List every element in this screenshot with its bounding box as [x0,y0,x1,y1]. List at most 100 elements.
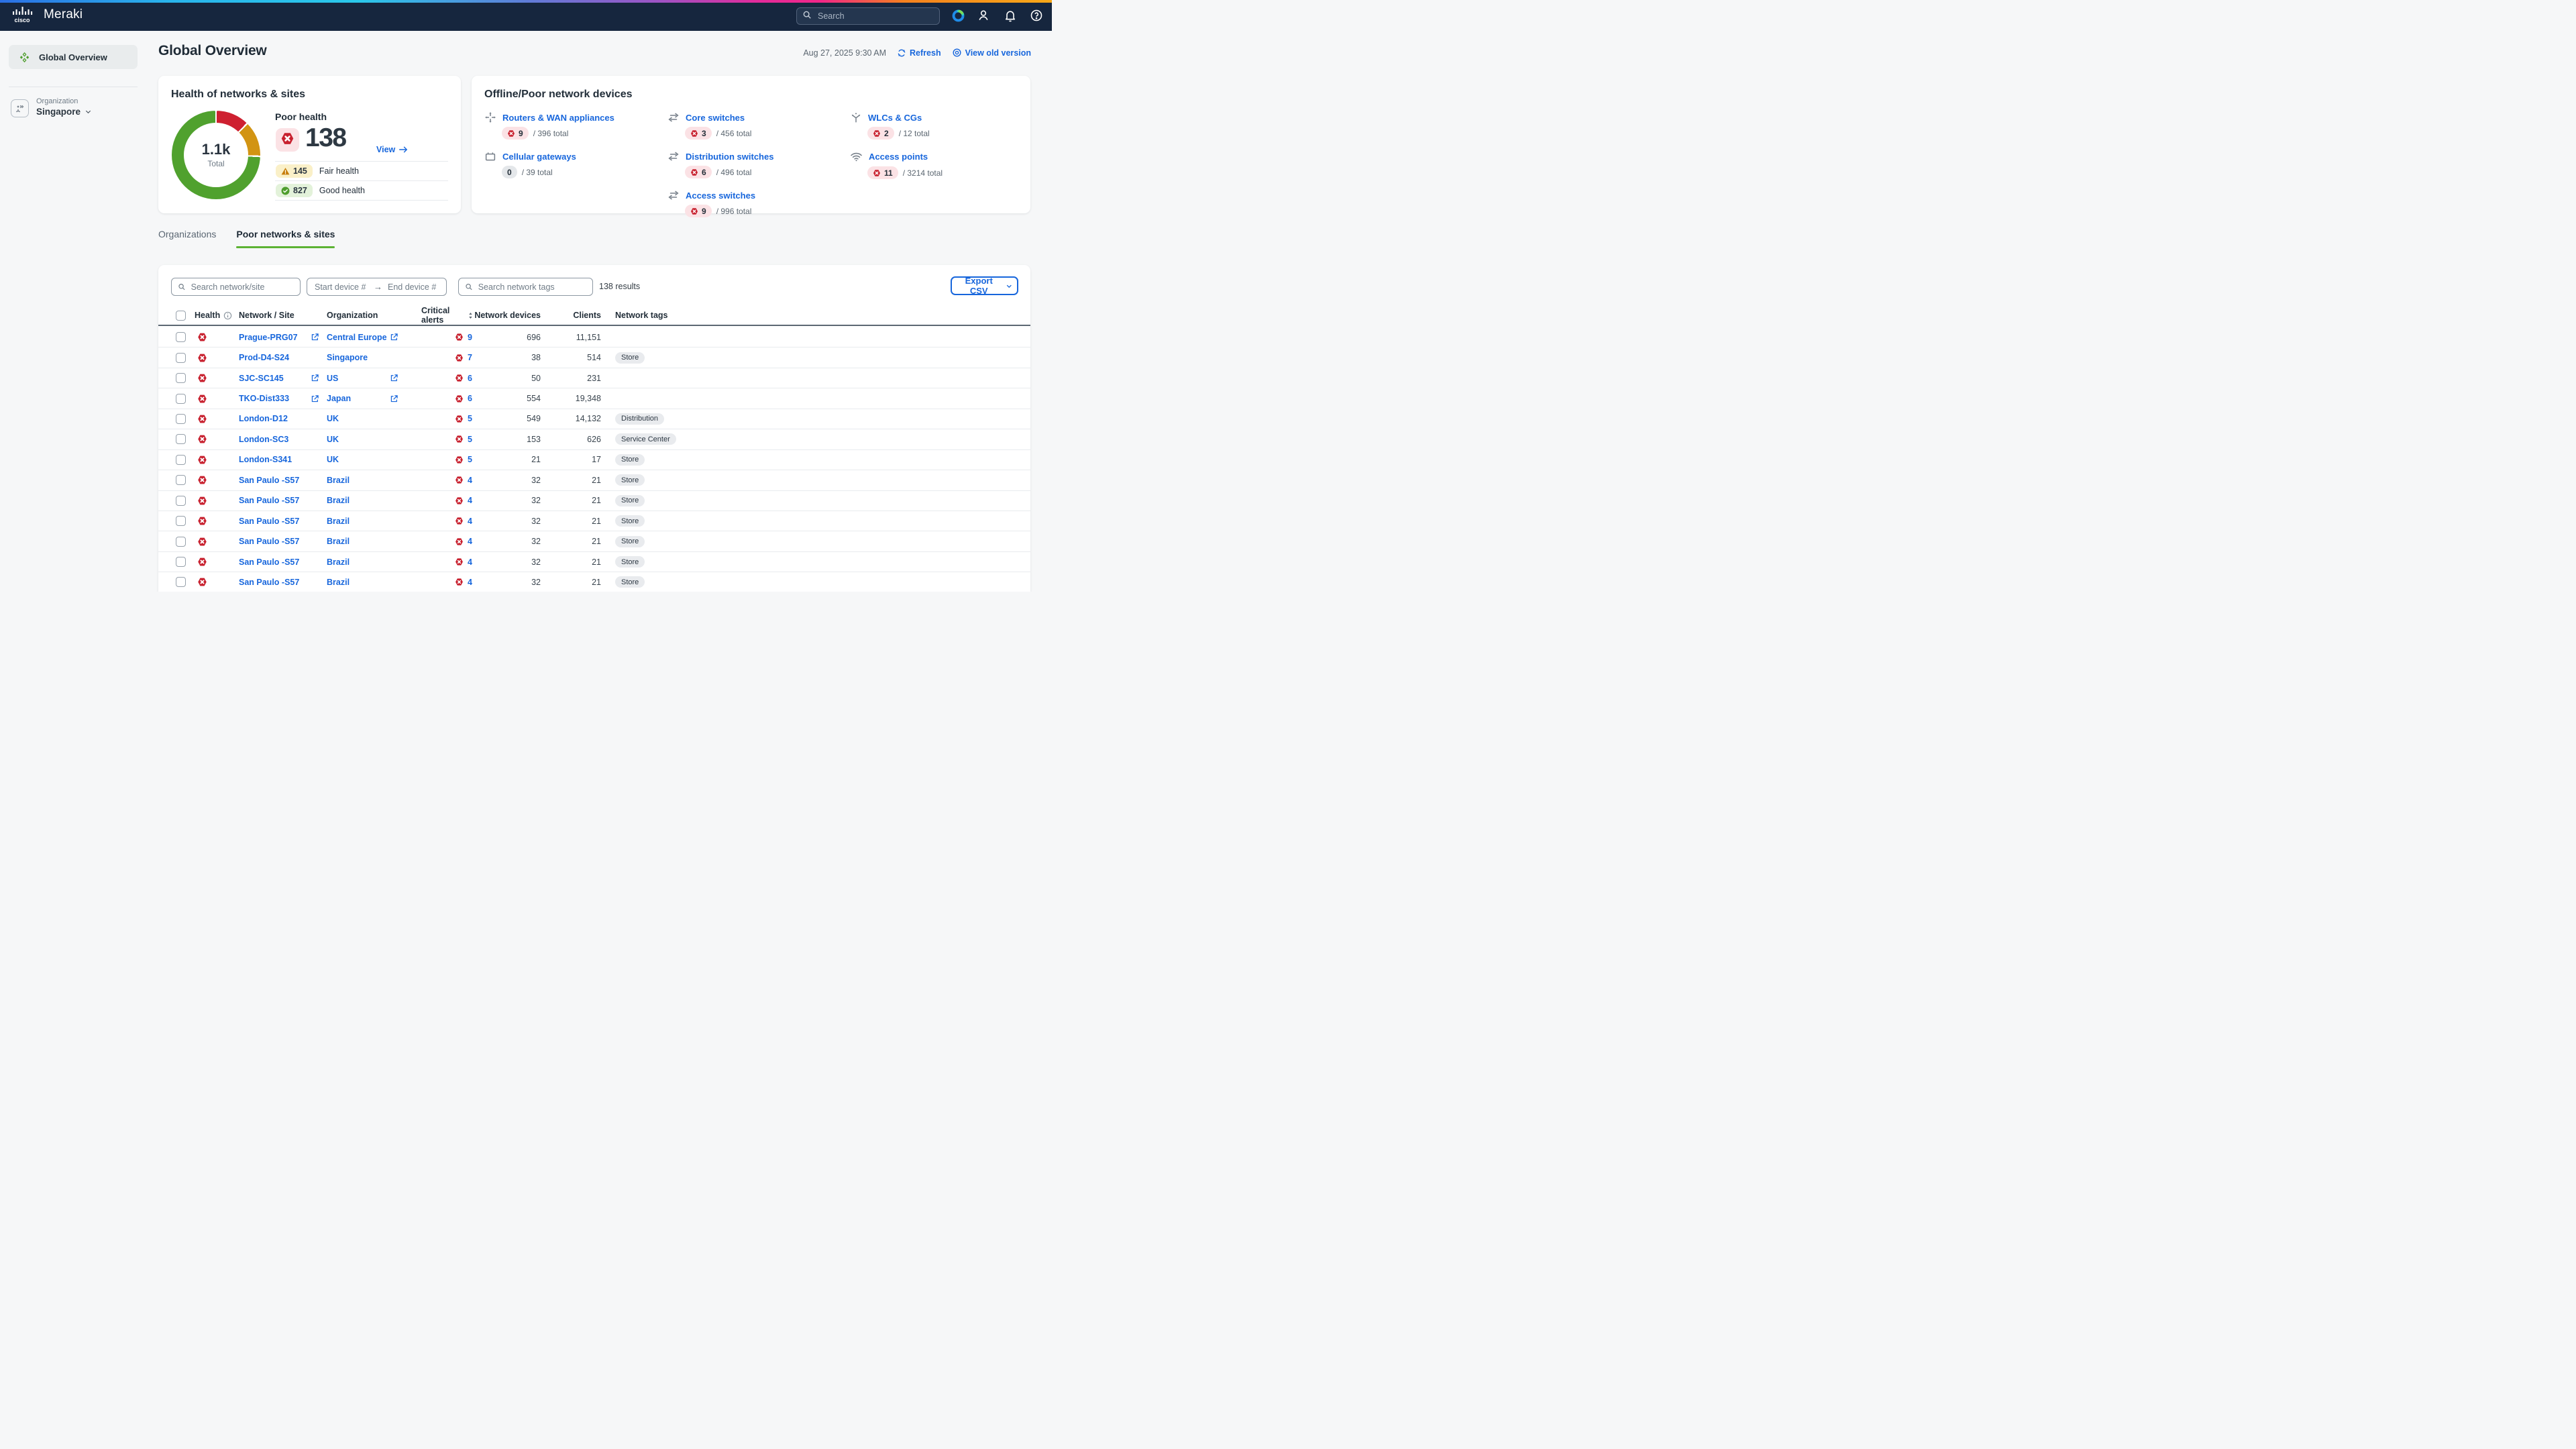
organization-link[interactable]: US [327,374,390,383]
col-health: Health [195,311,220,320]
organization-link[interactable]: Japan [327,394,390,403]
external-link-icon[interactable] [311,394,319,403]
organization-link[interactable]: Brazil [327,537,390,546]
external-link-icon[interactable] [390,333,398,341]
organization-link[interactable]: Brazil [327,578,390,587]
table-row: San Paulo -S57 Brazil 4 32 21 Store [158,552,1030,572]
critical-alerts-count[interactable]: 4 [468,476,472,485]
network-link[interactable]: Prague-PRG07 [239,333,311,342]
external-link-icon[interactable] [390,374,398,382]
organization-link[interactable]: Brazil [327,557,390,567]
network-link[interactable]: TKO-Dist333 [239,394,311,403]
row-checkbox[interactable] [176,373,186,383]
network-link[interactable]: SJC-SC145 [239,374,311,383]
device-category-link[interactable]: Access points [869,152,928,162]
device-category-link[interactable]: Distribution switches [686,152,773,162]
critical-alerts-count[interactable]: 4 [468,537,472,546]
sidebar-item-global-overview[interactable]: Global Overview [9,45,138,69]
organization-link[interactable]: Brazil [327,496,390,505]
critical-alerts-count[interactable]: 5 [468,435,472,444]
view-poor-health-link[interactable]: View [376,145,408,154]
col-clients[interactable]: Clients [541,311,601,320]
organization-selector[interactable]: Organization Singapore [11,97,92,117]
tab-organizations[interactable]: Organizations [158,229,216,248]
organization-link[interactable]: UK [327,435,390,444]
external-link-icon[interactable] [311,374,319,382]
search-tags-input[interactable] [477,282,586,292]
critical-alerts-count[interactable]: 6 [468,374,472,383]
organization-link[interactable]: Brazil [327,517,390,526]
row-checkbox[interactable] [176,434,186,444]
network-link[interactable]: San Paulo -S57 [239,517,311,526]
critical-alerts-count[interactable]: 4 [468,578,472,587]
health-of-networks-card: Health of networks & sites 1.1k Total Po… [158,76,461,213]
col-network-tags[interactable]: Network tags [601,311,1030,320]
end-device-input[interactable] [386,282,443,292]
network-link[interactable]: London-SC3 [239,435,311,444]
critical-alerts-count[interactable]: 4 [468,557,472,567]
device-category-link[interactable]: Core switches [686,113,745,123]
table-row: Prague-PRG07 Central Europe 9 696 11,151 [158,327,1030,347]
network-link[interactable]: San Paulo -S57 [239,578,311,587]
critical-alerts-count[interactable]: 9 [468,333,472,342]
view-old-version-button[interactable]: View old version [952,48,1031,58]
row-checkbox[interactable] [176,394,186,404]
external-link-icon[interactable] [311,333,319,341]
row-checkbox[interactable] [176,353,186,363]
col-organization[interactable]: Organization [327,311,421,320]
clients-count: 514 [541,353,601,362]
organization-link[interactable]: Singapore [327,353,390,362]
refresh-button[interactable]: Refresh [897,48,941,58]
critical-alerts-count[interactable]: 7 [468,353,472,362]
col-network-site[interactable]: Network / Site [239,311,327,320]
device-category-link[interactable]: WLCs & CGs [868,113,922,123]
organization-link[interactable]: Brazil [327,476,390,485]
row-checkbox[interactable] [176,455,186,465]
row-checkbox[interactable] [176,496,186,506]
row-checkbox[interactable] [176,332,186,342]
export-csv-button[interactable]: Export CSV [951,276,1018,295]
user-icon[interactable] [976,8,991,23]
help-icon[interactable] [1029,8,1044,23]
network-link[interactable]: London-S341 [239,455,311,464]
row-checkbox[interactable] [176,577,186,587]
critical-alerts-count[interactable]: 5 [468,414,472,423]
results-count: 138 results [599,282,640,291]
select-all-checkbox[interactable] [176,311,186,321]
network-link[interactable]: San Paulo -S57 [239,496,311,505]
row-checkbox[interactable] [176,475,186,485]
row-checkbox[interactable] [176,414,186,424]
critical-alerts-count[interactable]: 4 [468,496,472,505]
global-search[interactable] [796,7,940,25]
critical-alerts-count[interactable]: 4 [468,517,472,526]
device-category-link[interactable]: Access switches [686,191,755,201]
network-link[interactable]: London-D12 [239,414,311,423]
bell-icon[interactable] [1003,8,1018,23]
row-checkbox[interactable] [176,557,186,567]
search-network-input[interactable] [190,282,294,292]
row-checkbox[interactable] [176,537,186,547]
device-range-field[interactable]: → [307,278,447,296]
organization-link[interactable]: Central Europe [327,333,390,342]
col-network-devices[interactable]: Network devices [474,311,541,320]
device-category-link[interactable]: Cellular gateways [502,152,576,162]
cisco-meraki-logo[interactable]: cisco Meraki [12,5,83,24]
search-tags-field[interactable] [458,278,593,296]
critical-alerts-count[interactable]: 5 [468,455,472,464]
external-link-icon[interactable] [390,394,398,403]
critical-alerts-count[interactable]: 6 [468,394,472,403]
start-device-input[interactable] [313,282,370,292]
organization-link[interactable]: UK [327,414,390,423]
organization-link[interactable]: UK [327,455,390,464]
network-link[interactable]: San Paulo -S57 [239,476,311,485]
row-checkbox[interactable] [176,516,186,526]
search-network-field[interactable] [171,278,301,296]
network-link[interactable]: Prod-D4-S24 [239,353,311,362]
network-link[interactable]: San Paulo -S57 [239,557,311,567]
tab-poor-networks-sites[interactable]: Poor networks & sites [236,229,335,248]
search-input[interactable] [816,11,934,21]
col-critical-alerts[interactable]: Critical alerts [421,306,464,325]
device-category-link[interactable]: Routers & WAN appliances [502,113,614,123]
network-link[interactable]: San Paulo -S57 [239,537,311,546]
spaces-logo-icon[interactable] [951,8,965,23]
